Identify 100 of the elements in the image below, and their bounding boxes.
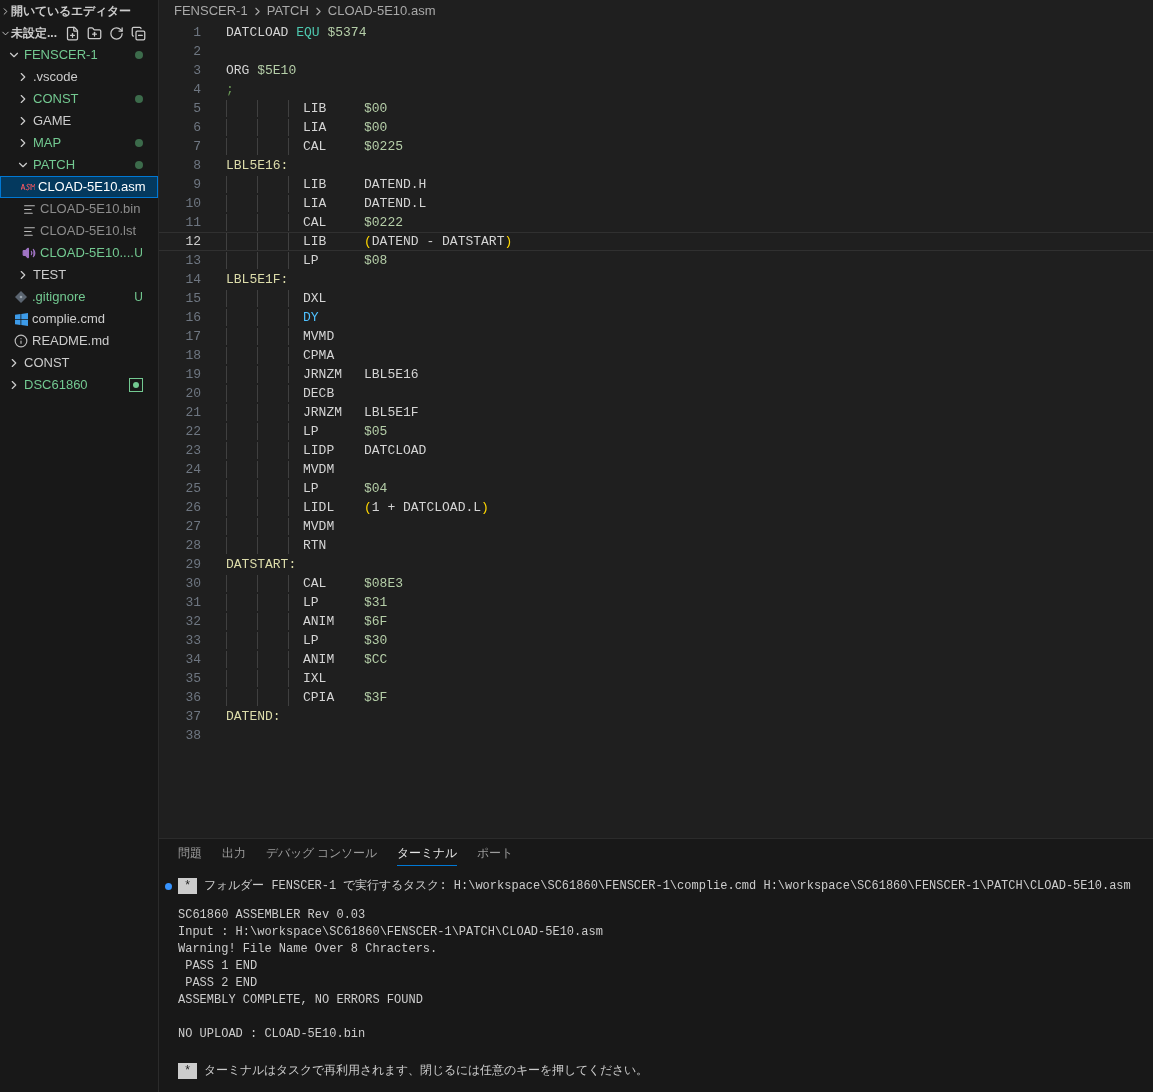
code-token: $08E3	[364, 574, 403, 593]
line-number: 5	[192, 99, 201, 118]
panel-tab[interactable]: 問題	[178, 840, 202, 866]
item-label: MAP	[33, 134, 63, 153]
folder-item[interactable]: DSC61860	[0, 374, 158, 396]
code-token: $6F	[364, 612, 388, 631]
folder-item[interactable]: TEST	[0, 264, 158, 286]
file-item[interactable]: CLOAD-5E10.asm	[0, 176, 158, 198]
code-token: DATEND.H	[364, 175, 427, 194]
line-number: 11	[184, 213, 201, 232]
item-label: FENSCER-1	[24, 46, 99, 65]
item-label: .gitignore	[32, 288, 87, 307]
code-token: $CC	[364, 650, 388, 669]
text-file-icon	[22, 202, 36, 216]
text-file-icon	[22, 224, 36, 238]
code-token: RTN	[303, 537, 327, 553]
line-number: 22	[184, 422, 201, 441]
panel-tab[interactable]: ポート	[477, 840, 514, 866]
item-label: GAME	[33, 112, 73, 131]
item-label: DSC61860	[24, 376, 89, 395]
code-token: LP	[303, 480, 319, 496]
section-header[interactable]: 開いているエディター	[0, 0, 158, 22]
code-token: LP	[303, 594, 319, 610]
line-number: 38	[184, 726, 201, 745]
code-token: $3F	[364, 688, 388, 707]
breadcrumb-item[interactable]: FENSCER-1	[174, 1, 248, 21]
line-number: 18	[184, 346, 201, 365]
code-token: LIB	[303, 176, 327, 192]
item-label: TEST	[33, 266, 68, 285]
line-number: 6	[192, 118, 201, 137]
code-token: )	[481, 498, 489, 517]
item-label: PATCH	[33, 156, 77, 175]
file-item[interactable]: .gitignore U	[0, 286, 158, 308]
line-number: 29	[184, 555, 201, 574]
code-token: JRNZM	[303, 366, 342, 382]
file-item[interactable]: complie.cmd	[0, 308, 158, 330]
line-number: 8	[192, 156, 201, 175]
new-folder-icon[interactable]	[87, 25, 102, 41]
item-label: CLOAD-5E10.bin	[40, 200, 142, 219]
file-item[interactable]: CLOAD-5E10.lst	[0, 220, 158, 242]
section-header[interactable]: 未設定...	[0, 22, 158, 44]
line-number: 25	[184, 479, 201, 498]
code-token: IXL	[303, 670, 327, 686]
code-token: MVMD	[303, 328, 335, 344]
panel-tab[interactable]: デバッグ コンソール	[266, 840, 378, 866]
file-item[interactable]: CLOAD-5E10....U	[0, 242, 158, 264]
code-token: LIB	[303, 100, 327, 116]
code-token: $05	[364, 422, 388, 441]
line-number: 31	[184, 593, 201, 612]
line-number: 12	[184, 232, 201, 251]
code-token: LBL5E1F	[364, 403, 419, 422]
code-token: MVDM	[303, 461, 335, 477]
terminal-line: SC61860 ASSEMBLER Rev 0.03	[178, 907, 367, 924]
line-number: 17	[184, 327, 201, 346]
code-token: DXL	[303, 290, 327, 306]
folder-item[interactable]: GAME	[0, 110, 158, 132]
git-status: U	[134, 245, 143, 262]
new-file-icon[interactable]	[65, 25, 80, 41]
code-token: )	[504, 232, 513, 251]
git-diamond-icon	[15, 291, 27, 303]
section-title: 未設定...	[11, 25, 58, 42]
item-label: complie.cmd	[32, 310, 106, 329]
terminal-line: Warning! File Name Over 8 Chracters.	[178, 941, 439, 958]
code-token: LP	[303, 252, 319, 268]
line-number: 26	[184, 498, 201, 517]
code-token: LBL5E16	[364, 365, 419, 384]
breadcrumb-item[interactable]: PATCH	[266, 1, 309, 21]
code-token: EQU	[296, 23, 320, 42]
code-token: JRNZM	[303, 404, 342, 420]
folder-item[interactable]: CONST	[0, 88, 158, 110]
code-token: DY	[303, 309, 319, 325]
code-token: ANIM	[303, 613, 335, 629]
folder-item[interactable]: FENSCER-1	[0, 44, 158, 66]
code-token: LIA	[303, 119, 327, 135]
code-token: CPIA	[303, 689, 335, 705]
asm-file-icon	[21, 183, 35, 191]
terminal-line: ASSEMBLY COMPLETE, NO ERRORS FOUND	[178, 992, 424, 1009]
breadcrumb-item[interactable]: CLOAD-5E10.asm	[327, 1, 436, 21]
line-number: 2	[192, 42, 201, 61]
code-token: MVDM	[303, 518, 335, 534]
line-number: 20	[184, 384, 201, 403]
item-label: .vscode	[33, 68, 79, 87]
folder-item[interactable]: CONST	[0, 352, 158, 374]
line-number: 14	[184, 270, 201, 289]
code-token: $5374	[327, 23, 367, 42]
code-token: DATSTART:	[226, 555, 297, 574]
line-number: 1	[192, 23, 201, 42]
line-number: 21	[184, 403, 201, 422]
line-number: 27	[184, 517, 201, 536]
terminal-line: フォルダー FENSCER-1 で実行するタスク: H:\workspace\SC61860\FENSCER-1\complie.cmd H:\workspace\SC61860\FENSCER-1\PATCH\CLOAD-5E10.asm	[204, 878, 1131, 895]
file-item[interactable]: CLOAD-5E10.bin	[0, 198, 158, 220]
folder-item[interactable]: MAP	[0, 132, 158, 154]
collapse-all-icon[interactable]	[131, 25, 146, 41]
refresh-icon[interactable]	[109, 25, 124, 41]
file-item[interactable]: README.md	[0, 330, 158, 352]
code-token: DATCLOAD	[226, 23, 289, 42]
folder-item[interactable]: PATCH	[0, 154, 158, 176]
panel-tab[interactable]: ターミナル	[397, 840, 458, 866]
folder-item[interactable]: .vscode	[0, 66, 158, 88]
panel-tab[interactable]: 出力	[222, 840, 246, 866]
